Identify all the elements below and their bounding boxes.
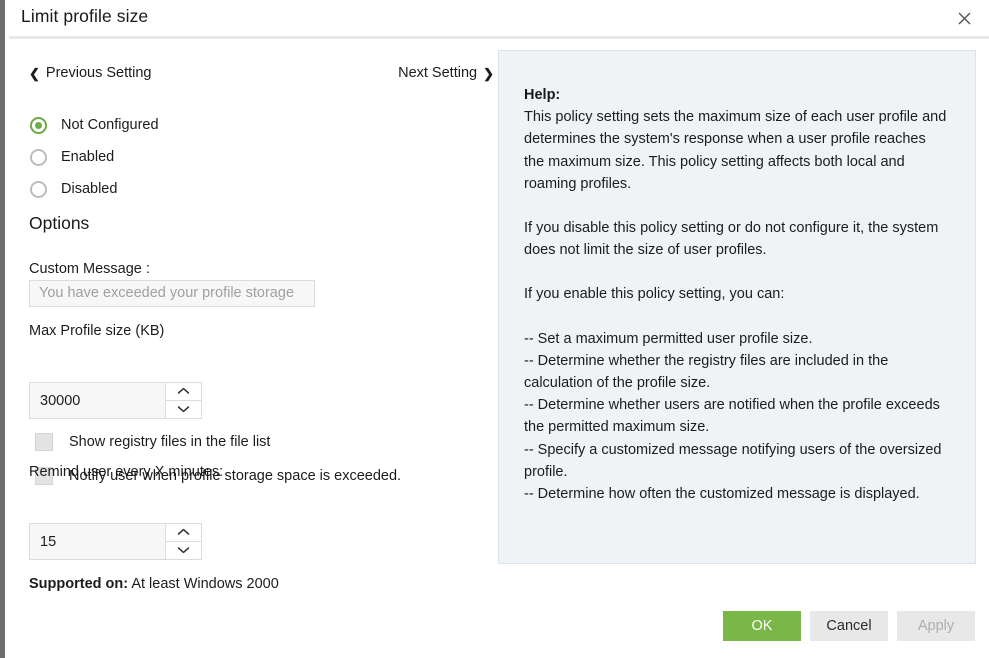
- help-bullet: -- Determine whether users are notified …: [524, 394, 949, 438]
- next-setting-link[interactable]: Next Setting ❯: [398, 65, 494, 81]
- radio-disabled-indicator: [30, 181, 47, 198]
- help-paragraph-1: This policy setting sets the maximum siz…: [524, 106, 949, 195]
- help-bullet: -- Determine whether the registry files …: [524, 350, 949, 394]
- supported-on-label: Supported on:: [29, 576, 128, 592]
- help-bullet: -- Specify a customized message notifyin…: [524, 439, 949, 483]
- help-bullet: -- Determine how often the customized me…: [524, 483, 949, 505]
- show-registry-files-checkbox[interactable]: Show registry files in the file list: [29, 433, 270, 451]
- dialog-body: ❮ Previous Setting Next Setting ❯ Not Co…: [7, 39, 989, 658]
- custom-message-label: Custom Message :: [29, 261, 150, 277]
- supported-on-value: At least Windows 2000: [131, 576, 279, 592]
- help-bullet-list: -- Set a maximum permitted user profile …: [524, 328, 949, 506]
- previous-setting-link[interactable]: ❮ Previous Setting: [29, 65, 152, 81]
- show-registry-files-label: Show registry files in the file list: [69, 434, 270, 450]
- max-profile-size-label: Max Profile size (KB): [29, 323, 164, 339]
- supported-on: Supported on: At least Windows 2000: [29, 576, 279, 592]
- radio-not-configured[interactable]: Not Configured: [29, 109, 429, 141]
- max-profile-size-spin-buttons: [165, 382, 202, 419]
- policy-state-radio-group: Not Configured Enabled Disabled: [29, 109, 429, 205]
- policy-setting-dialog: Limit profile size ❮ Previous Setting Ne…: [0, 0, 989, 658]
- remind-interval-input[interactable]: 15: [29, 523, 165, 560]
- max-profile-size-input[interactable]: 30000: [29, 382, 165, 419]
- max-profile-size-stepper[interactable]: 30000: [29, 382, 202, 419]
- radio-enabled-indicator: [30, 149, 47, 166]
- close-icon[interactable]: [947, 4, 981, 32]
- radio-disabled[interactable]: Disabled: [29, 173, 429, 205]
- remind-interval-spin-buttons: [165, 523, 202, 560]
- radio-not-configured-label: Not Configured: [61, 117, 159, 133]
- options-heading: Options: [29, 213, 89, 234]
- chevron-right-icon: ❯: [483, 67, 494, 80]
- titlebar-divider: [9, 36, 989, 39]
- chevron-down-icon[interactable]: [165, 542, 202, 561]
- help-panel: Help: This policy setting sets the maxim…: [498, 50, 976, 564]
- next-setting-label: Next Setting: [398, 65, 477, 81]
- apply-button[interactable]: Apply: [897, 611, 975, 641]
- help-spacer: [524, 306, 949, 328]
- dialog-title: Limit profile size: [21, 6, 148, 27]
- previous-setting-label: Previous Setting: [46, 65, 152, 81]
- cancel-button[interactable]: Cancel: [810, 611, 888, 641]
- radio-enabled[interactable]: Enabled: [29, 141, 429, 173]
- chevron-down-icon[interactable]: [165, 401, 202, 420]
- remind-interval-label: Remind user every X minutes:: [29, 464, 223, 480]
- custom-message-input[interactable]: You have exceeded your profile storage: [29, 280, 315, 307]
- chevron-left-icon: ❮: [29, 67, 40, 80]
- help-paragraph-2: If you disable this policy setting or do…: [524, 217, 949, 261]
- help-paragraph-3: If you enable this policy setting, you c…: [524, 283, 949, 305]
- chevron-up-icon[interactable]: [165, 523, 202, 542]
- help-title: Help:: [524, 84, 949, 106]
- dialog-titlebar: Limit profile size: [7, 0, 989, 36]
- help-spacer: [524, 195, 949, 217]
- help-spacer: [524, 261, 949, 283]
- help-content: Help: This policy setting sets the maxim…: [499, 51, 975, 505]
- show-registry-files-checkbox-indicator: [35, 433, 53, 451]
- setting-navigation: ❮ Previous Setting Next Setting ❯: [29, 65, 494, 87]
- radio-disabled-label: Disabled: [61, 181, 117, 197]
- radio-enabled-label: Enabled: [61, 149, 114, 165]
- ok-button[interactable]: OK: [723, 611, 801, 641]
- dialog-footer: OK Cancel Apply: [723, 611, 975, 641]
- radio-not-configured-indicator: [30, 117, 47, 134]
- chevron-up-icon[interactable]: [165, 382, 202, 401]
- help-bullet: -- Set a maximum permitted user profile …: [524, 328, 949, 350]
- remind-interval-stepper[interactable]: 15: [29, 523, 202, 560]
